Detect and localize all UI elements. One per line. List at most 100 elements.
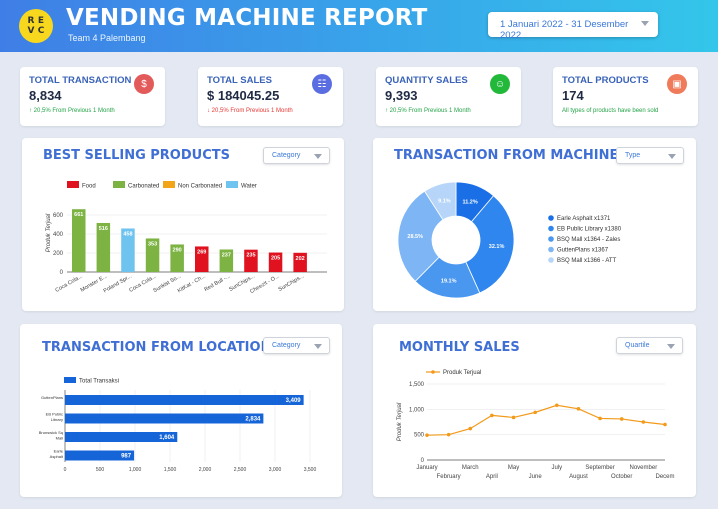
- bar-value-label: 353: [148, 241, 157, 247]
- y-tick-label: GuttenPlans: [41, 395, 63, 400]
- date-range-select[interactable]: 1 Januari 2022 - 31 Desember 2022: [488, 12, 658, 41]
- y-tick-label: Brunswick Sq: [39, 430, 63, 435]
- legend-swatch: [113, 181, 125, 188]
- location-bar-chart: Total Transaksi 0 500 1,000 1,500 2,000 2,500 3…: [39, 377, 317, 473]
- legend-label: Carbonated: [128, 184, 159, 190]
- arrow-down-icon: ↓: [207, 108, 210, 114]
- x-tick-label: SunChips...: [278, 273, 306, 293]
- kpi-change-text: 20,5% From Previous 1 Month: [33, 108, 115, 114]
- bar-value-label: 458: [123, 231, 132, 237]
- y-tick-label: Library: [51, 417, 63, 422]
- cart-icon: ☷: [312, 74, 332, 94]
- bar-value-label: 202: [296, 256, 305, 262]
- x-tick-label: August: [569, 474, 588, 480]
- x-tick-label: July: [551, 465, 562, 471]
- legend-swatch: [67, 181, 79, 188]
- kpi-value: 174: [562, 88, 584, 103]
- bar-value-label: 2,834: [245, 417, 261, 423]
- bar: [65, 413, 264, 424]
- legend-label: BSQ Mall x1364 - Zales: [557, 237, 620, 243]
- y-tick-label: 200: [53, 251, 64, 257]
- data-point: [619, 417, 624, 421]
- x-tick-label: Coca Cola...: [55, 273, 85, 294]
- bar-value-label: 516: [99, 226, 108, 232]
- x-tick-label: 2,500: [234, 467, 247, 473]
- kpi-change-text: 20,5% From Previous 1 Month: [211, 108, 293, 114]
- page-subtitle: Team 4 Palembang: [68, 33, 146, 43]
- logo-letter: E: [37, 16, 45, 26]
- x-tick-label: June: [529, 474, 543, 480]
- x-tick-label: January: [416, 465, 437, 471]
- arrow-up-icon: ↑: [29, 108, 32, 114]
- y-tick-label: EB Public: [46, 412, 63, 417]
- x-tick-label: March: [462, 465, 479, 471]
- bar-value-label: 205: [271, 256, 280, 262]
- y-tick-label: 1,500: [409, 382, 425, 388]
- legend-swatch: [163, 181, 175, 188]
- kpi-change: ↑ 20,5% From Previous 1 Month: [29, 108, 115, 114]
- bar: [72, 209, 86, 272]
- kpi-change: ↓ 20,5% From Previous 1 Month: [207, 108, 293, 114]
- data-point: [598, 416, 602, 421]
- x-tick-label: 1,500: [164, 467, 177, 473]
- kpi-change-text: 20,5% From Previous 1 Month: [389, 108, 471, 114]
- kpi-card-products: TOTAL PRODUCTS 174 All types of products…: [553, 67, 698, 126]
- data-point: [490, 413, 494, 418]
- panel-monthly: MONTHLY SALES Quartile Produk Terjual 0 50…: [373, 324, 696, 497]
- y-tick-label: 0: [421, 458, 425, 464]
- data-point: [663, 422, 667, 427]
- legend-dot: [548, 257, 554, 263]
- x-tick-label: September: [585, 465, 614, 471]
- bar-value-label: 987: [121, 454, 132, 460]
- x-tick-label: April: [486, 474, 498, 480]
- slice-label: 9.1%: [438, 199, 451, 205]
- kpi-title: TOTAL PRODUCTS: [562, 75, 649, 86]
- data-point: [446, 432, 451, 437]
- legend-swatch: [64, 377, 76, 383]
- legend-label: Water: [241, 184, 257, 190]
- x-tick-label: May: [508, 465, 519, 471]
- kpi-card-quantity: QUANTITY SALES 9,393 ↑ 20,5% From Previo…: [376, 67, 521, 126]
- legend-label: Earle Asphalt x1371: [557, 216, 611, 222]
- y-axis-label: Produk Terjual: [46, 213, 52, 252]
- x-tick-label: KitKat - Ch...: [177, 273, 207, 294]
- data-point: [533, 410, 537, 415]
- legend-label: Total Transaksi: [79, 379, 119, 385]
- monthly-line-chart: Produk Terjual 0 500 1,000 1,500 Produk Terju…: [397, 370, 675, 480]
- kpi-title: TOTAL TRANSACTION: [29, 75, 132, 86]
- dollar-icon: $: [134, 74, 154, 94]
- kpi-title: QUANTITY SALES: [385, 75, 468, 86]
- x-tick-label: 3,500: [304, 467, 317, 473]
- bar-value-label: 3,409: [286, 398, 302, 404]
- bar-value-label: 235: [246, 253, 255, 259]
- panel-machine: TRANSACTION FROM MACHINE Type 11.2% 32.1%…: [373, 138, 696, 311]
- date-range-label: 1 Januari 2022 - 31 Desember 2022: [500, 19, 629, 41]
- y-tick-label: 1,000: [409, 407, 425, 413]
- y-axis-label: Produk Terjual: [397, 402, 403, 441]
- best-selling-chart: Food Carbonated Non Carbonated Water 0 200 400…: [46, 181, 327, 295]
- header-bar: R E V C VENDING MACHINE REPORT Team 4 Pa…: [0, 0, 718, 52]
- bar-value-label: 269: [197, 249, 206, 255]
- bar-value-label: 1,604: [159, 435, 175, 441]
- kpi-change: ↑ 20,5% From Previous 1 Month: [385, 108, 471, 114]
- y-tick-label: Earle: [54, 449, 64, 454]
- data-point: [576, 407, 581, 411]
- panel-best-selling: BEST SELLING PRODUCTS Category Food Carbo…: [22, 138, 344, 311]
- bar: [65, 395, 304, 405]
- data-point: [511, 415, 516, 420]
- kpi-value: 9,393: [385, 88, 418, 103]
- kpi-change: All types of products have been sold: [562, 108, 659, 114]
- x-tick-label: 3,000: [269, 467, 282, 473]
- y-tick-label: 400: [53, 232, 64, 238]
- page-title: VENDING MACHINE REPORT: [66, 5, 428, 31]
- kpi-card-sales: TOTAL SALES $ 184045.25 ↓ 20,5% From Pre…: [198, 67, 343, 126]
- legend-dot: [548, 246, 554, 253]
- x-tick-label: Decem: [655, 474, 674, 480]
- y-tick-label: Mall: [56, 436, 63, 441]
- data-point: [468, 426, 473, 431]
- logo-letter: V: [27, 26, 35, 36]
- series-line: [426, 404, 666, 436]
- legend-dot: [548, 225, 554, 232]
- arrow-up-icon: ↑: [385, 108, 388, 114]
- kpi-value: $ 184045.25: [207, 88, 280, 103]
